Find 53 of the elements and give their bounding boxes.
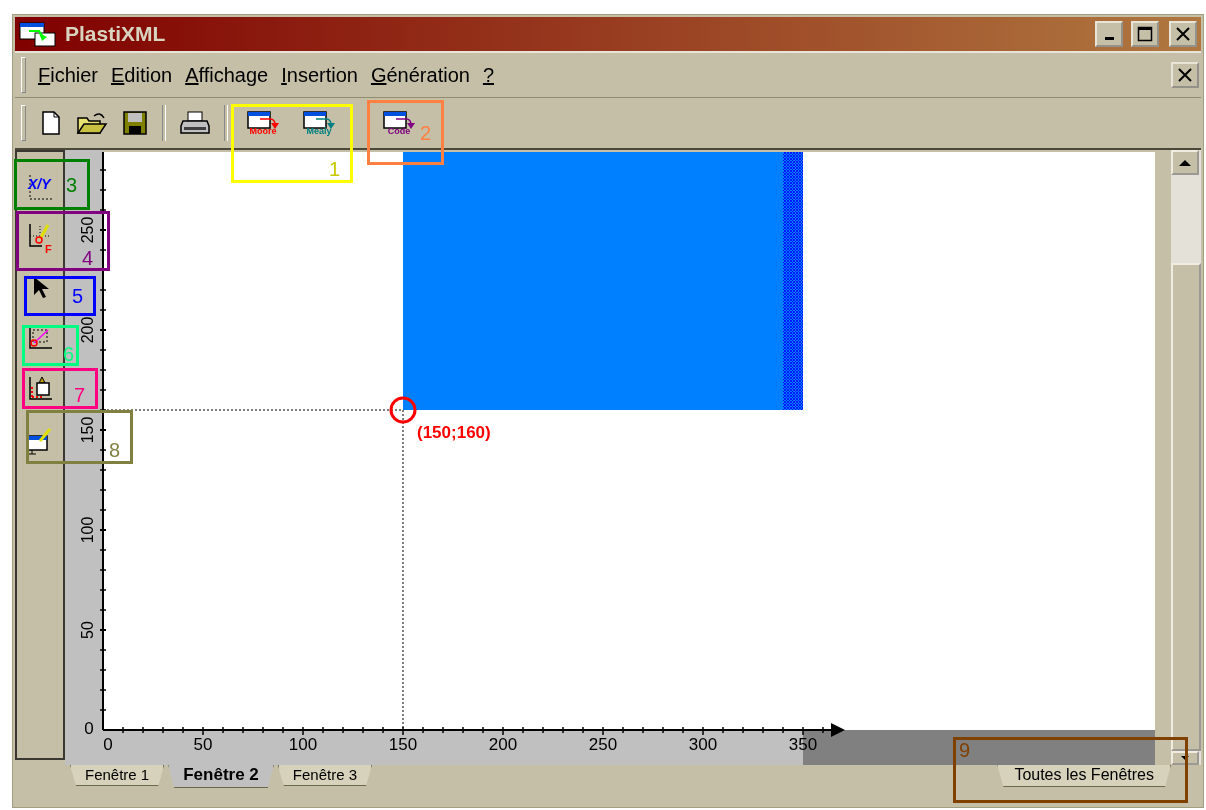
minimize-button[interactable] (1095, 21, 1123, 47)
window-tab[interactable]: Fenêtre 2 (168, 765, 274, 788)
axis-label: 250 (79, 216, 96, 244)
scrollbar-thumb[interactable] (1171, 263, 1201, 751)
axis-label: 50 (79, 621, 96, 639)
close-icon (1175, 26, 1191, 42)
menu-item[interactable]: Insertion (281, 63, 368, 87)
window-tab[interactable]: Toutes les Fenêtres (997, 765, 1171, 787)
axis-label: 150 (79, 416, 96, 444)
axis-label: 250 (588, 735, 618, 754)
menu-item[interactable]: Affichage (185, 63, 279, 87)
axis-label: 350 (788, 735, 818, 754)
menu-item[interactable]: Fichier (38, 63, 108, 87)
minimize-icon (1104, 36, 1114, 40)
callout-number: 4 (82, 248, 94, 268)
callout-number: 7 (74, 385, 86, 405)
window-tab[interactable]: Fenêtre 3 (277, 765, 373, 786)
callout-number: 8 (109, 440, 121, 460)
tool-label: F (45, 242, 52, 254)
close-button[interactable] (1171, 62, 1199, 88)
close-button[interactable] (1169, 21, 1197, 47)
coordinate-label: (150;160) (417, 423, 491, 442)
axis-label: 300 (688, 735, 718, 754)
axis-label: 100 (79, 516, 96, 544)
window-tab[interactable]: Fenêtre 1 (70, 765, 165, 786)
printer-icon[interactable] (180, 110, 210, 136)
up-arrow-icon (1179, 158, 1191, 167)
callout-number: 9 (959, 740, 971, 760)
close-icon (1177, 67, 1193, 83)
callout-number: 1 (329, 159, 341, 179)
axis-label: 0 (84, 719, 94, 738)
axis-label: 100 (288, 735, 318, 754)
axis-label: 200 (79, 316, 96, 344)
scroll-up-button[interactable] (1171, 150, 1199, 175)
menu-item[interactable]: Génération (370, 63, 480, 87)
callout-number: 5 (72, 286, 84, 306)
axis-label: 0 (103, 735, 113, 754)
down-arrow-icon (1181, 755, 1189, 761)
new-document-icon[interactable] (40, 110, 62, 136)
app-windows-icon (19, 21, 57, 47)
axis-label: 150 (388, 735, 418, 754)
point-marker[interactable] (389, 396, 417, 424)
folder-icon[interactable] (76, 110, 108, 136)
callout-number: 3 (66, 174, 78, 195)
maximize-icon (1137, 26, 1153, 42)
menu-item[interactable]: ? (482, 63, 504, 87)
tool-label: X/Y (28, 175, 51, 192)
window-title: PlastiXML (65, 22, 167, 46)
maximize-button[interactable] (1131, 21, 1159, 47)
callout-number: 2 (420, 122, 432, 143)
menu-item[interactable]: Edition (111, 63, 183, 87)
axis-label: 200 (488, 735, 518, 754)
axis-label: 50 (193, 735, 213, 754)
